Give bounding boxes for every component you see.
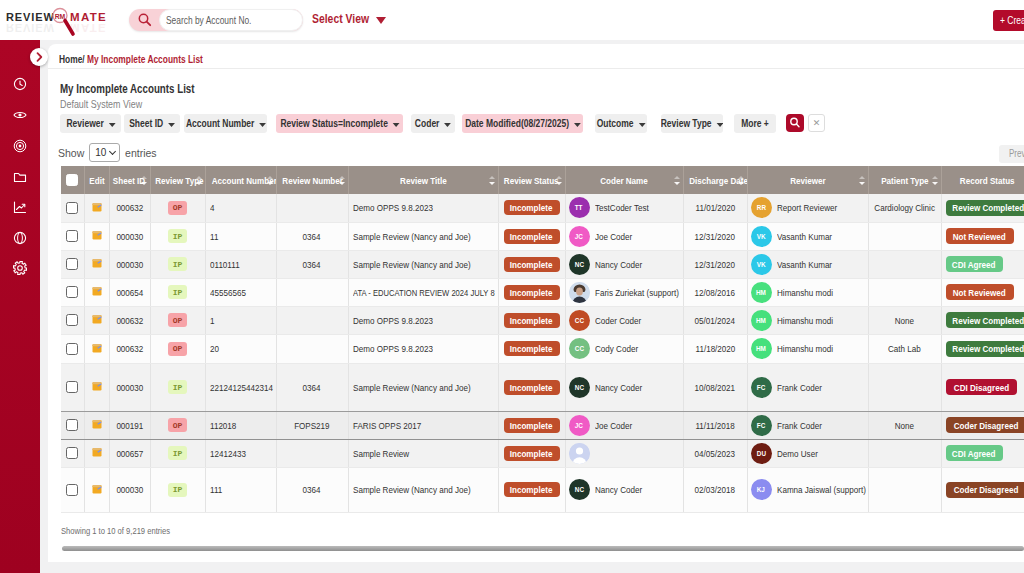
svg-text:RM: RM	[55, 13, 66, 20]
